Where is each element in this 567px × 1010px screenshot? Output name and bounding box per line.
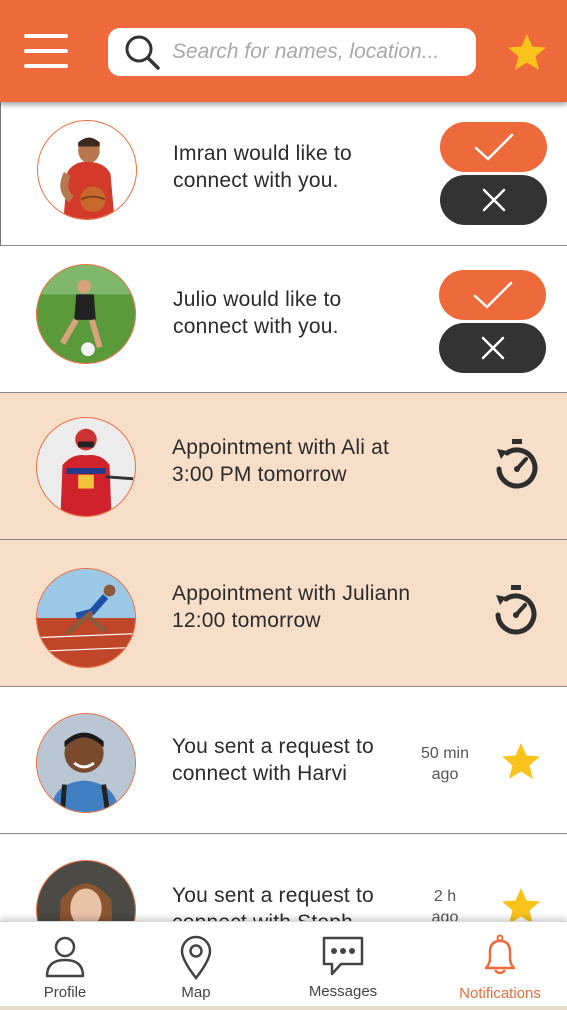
notification-text-line: Appointment with Ali at	[172, 436, 390, 459]
avatar	[36, 417, 136, 517]
star-icon[interactable]	[506, 32, 548, 72]
search-input[interactable]	[172, 40, 462, 64]
notification-text-line: You sent a request to	[172, 735, 374, 758]
avatar	[36, 713, 136, 813]
top-app-bar	[0, 0, 567, 102]
notification-text-line: Julio would like to	[173, 288, 342, 311]
stopwatch-icon[interactable]	[489, 437, 545, 493]
checkmark-icon	[473, 281, 512, 309]
notification-text: Julio would like to connect with you.	[173, 286, 423, 340]
timestamp-line: 2 h	[433, 888, 457, 905]
timestamp-line: 50 min	[420, 745, 470, 762]
tab-label: Notifications	[459, 985, 541, 1002]
avatar	[36, 568, 136, 668]
tab-profile[interactable]: Profile	[10, 922, 120, 1010]
notification-text-line: 12:00 tomorrow	[172, 609, 321, 632]
notification-text: You sent a request to connect with Harvi	[172, 733, 422, 787]
notification-row: Appointment with Juliann 12:00 tomorrow	[0, 540, 567, 687]
map-pin-icon	[180, 935, 212, 980]
notification-list: Imran would like to connect with you. Ju…	[0, 102, 567, 981]
timestamp-line: ago	[431, 766, 459, 783]
decline-button[interactable]	[439, 323, 546, 373]
search-bar[interactable]	[108, 28, 476, 76]
notification-text-line: 3:00 PM tomorrow	[172, 463, 347, 486]
avatar	[36, 264, 136, 364]
tab-label: Messages	[308, 983, 378, 1000]
timestamp: 50 min ago	[410, 743, 480, 785]
notification-text-line: connect with you.	[173, 169, 339, 192]
star-icon[interactable]	[500, 741, 542, 781]
decline-button[interactable]	[440, 175, 547, 225]
bottom-edge	[0, 1006, 567, 1010]
notification-row: Appointment with Ali at 3:00 PM tomorrow	[0, 393, 567, 540]
notification-text-line: Appointment with Juliann	[172, 582, 411, 605]
hamburger-menu-icon	[24, 34, 68, 38]
star-icon[interactable]	[500, 886, 542, 926]
notification-text: Appointment with Ali at 3:00 PM tomorrow	[172, 434, 442, 488]
notification-row: Julio would like to connect with you.	[0, 246, 567, 393]
close-icon	[481, 336, 504, 360]
accept-button[interactable]	[440, 122, 547, 172]
search-icon	[125, 35, 160, 70]
avatar	[37, 120, 137, 220]
notification-row: Imran would like to connect with you.	[0, 102, 567, 246]
close-icon	[482, 188, 505, 212]
tab-messages[interactable]: Messages	[288, 922, 398, 1010]
tab-label: Profile	[43, 984, 87, 1001]
tab-notifications[interactable]: Notifications	[440, 922, 560, 1010]
notification-text-line: connect with Harvi	[172, 762, 348, 785]
person-icon	[45, 936, 85, 978]
checkmark-icon	[474, 133, 513, 161]
accept-button[interactable]	[439, 270, 546, 320]
bottom-tab-bar: Profile Map Messages Notifications	[0, 921, 567, 1010]
tab-label: Map	[181, 984, 211, 1001]
notification-text-line: connect with you.	[173, 315, 339, 338]
bell-icon	[484, 934, 516, 975]
stopwatch-icon[interactable]	[488, 583, 544, 639]
notification-text: Imran would like to connect with you.	[173, 140, 423, 194]
notification-text-line: Imran would like to	[173, 142, 352, 165]
menu-button[interactable]	[24, 34, 70, 72]
notification-text-line: You sent a request to	[172, 884, 374, 907]
chat-bubble-icon	[322, 936, 364, 976]
tab-map[interactable]: Map	[141, 922, 251, 1010]
hamburger-line	[24, 64, 68, 68]
notification-text: Appointment with Juliann 12:00 tomorrow	[172, 580, 452, 634]
hamburger-line	[24, 49, 68, 53]
notification-row: You sent a request to connect with Harvi…	[0, 687, 567, 834]
